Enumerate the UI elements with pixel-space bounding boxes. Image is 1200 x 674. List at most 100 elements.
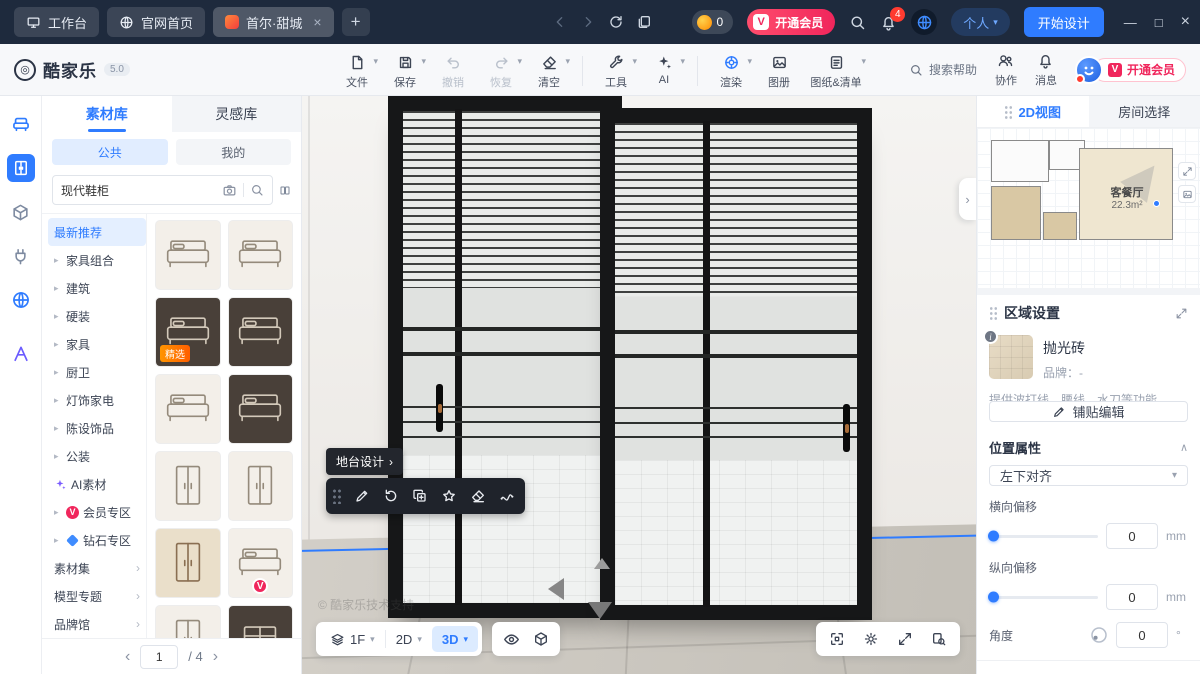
tab-2d-view[interactable]: 2D视图 (977, 96, 1089, 127)
door-pane-right[interactable] (600, 108, 872, 620)
category-architecture[interactable]: ▸建筑 (48, 274, 146, 302)
slider-knob[interactable] (988, 531, 999, 542)
rail-world-button[interactable] (7, 286, 35, 314)
category-kitchen-bath[interactable]: ▸厨卫 (48, 358, 146, 386)
offset-v-slider[interactable] (989, 596, 1098, 599)
minimize-button[interactable]: — (1124, 15, 1137, 30)
menu-clear[interactable]: 清空 ▾ (526, 50, 572, 90)
offset-h-slider[interactable] (989, 535, 1098, 538)
fullscreen-button[interactable] (890, 626, 920, 652)
camera-search-icon[interactable] (222, 183, 237, 198)
menu-album[interactable]: 图册 (756, 50, 802, 90)
info-icon[interactable]: i (983, 329, 998, 344)
tab-current-project[interactable]: 首尔·甜城 × (213, 7, 334, 37)
category-ai-material[interactable]: AI素材 (48, 470, 146, 498)
drag-handle-icon[interactable] (332, 488, 341, 504)
viewport-3d[interactable]: 地台设计 › © 酷家乐技术支持 1F (302, 96, 976, 674)
community-button[interactable] (911, 9, 937, 35)
collab-button[interactable]: 协作 (995, 52, 1017, 88)
category-recommended[interactable]: 最新推荐 (48, 218, 146, 246)
angle-dial-icon[interactable] (1090, 626, 1108, 644)
start-design-button[interactable]: 开始设计 (1024, 7, 1104, 37)
nav-back-icon[interactable] (552, 14, 568, 30)
move-down-arrow[interactable] (588, 602, 612, 619)
product-thumbnail[interactable] (228, 297, 294, 367)
floor-selector[interactable]: 1F ▾ (320, 626, 385, 652)
product-thumbnail[interactable] (228, 374, 294, 444)
door-pane-left[interactable] (388, 96, 622, 618)
search-input[interactable] (61, 183, 216, 197)
search-help[interactable]: 搜索帮助 (909, 61, 977, 78)
search-icon[interactable] (849, 14, 866, 31)
product-thumbnail[interactable]: V (228, 528, 294, 598)
rail-hardfit-button[interactable] (7, 154, 35, 182)
product-thumbnail[interactable]: 精选 (155, 605, 221, 638)
profile-menu[interactable]: 个人 ▾ (951, 8, 1010, 36)
favorite-star-button[interactable] (441, 488, 457, 504)
edit-pencil-button[interactable] (354, 488, 370, 504)
menu-redo[interactable]: 恢复 ▾ (478, 50, 524, 90)
search-icon[interactable] (250, 183, 264, 197)
offset-v-input[interactable] (1106, 584, 1158, 610)
menu-render[interactable]: 渲染 ▾ (708, 50, 754, 90)
category-diamond-zone[interactable]: ▸钻石专区 (48, 526, 146, 554)
messages-button[interactable]: 消息 (1035, 52, 1057, 88)
paving-edit-button[interactable]: 铺贴编辑 (989, 401, 1188, 422)
product-thumbnail[interactable] (155, 220, 221, 290)
product-thumbnail[interactable] (228, 220, 294, 290)
menu-file[interactable]: 文件 ▾ (334, 50, 380, 90)
slider-knob[interactable] (988, 592, 999, 603)
product-thumbnail[interactable] (155, 528, 221, 598)
duplicate-button[interactable] (412, 488, 428, 504)
rotate-button[interactable] (383, 488, 399, 504)
page-number[interactable]: 1 (140, 645, 178, 669)
offset-h-input[interactable] (1106, 523, 1158, 549)
rail-model-button[interactable] (7, 198, 35, 226)
tab-material-library[interactable]: 素材库 (42, 96, 172, 132)
mode-3d-button[interactable]: 3D ▾ (432, 626, 478, 652)
delete-eraser-button[interactable] (470, 488, 486, 504)
solid-view-cube-button[interactable] (526, 626, 556, 652)
nav-forward-icon[interactable] (580, 14, 596, 30)
product-thumbnail[interactable] (228, 451, 294, 521)
category-lighting[interactable]: ▸灯饰家电 (48, 386, 146, 414)
prev-page-icon[interactable]: ‹ (125, 648, 130, 666)
category-collections[interactable]: 素材集› (48, 554, 146, 582)
next-page-icon[interactable]: › (213, 648, 218, 666)
new-tab-button[interactable]: + (342, 8, 370, 36)
tab-room-select[interactable]: 房间选择 (1089, 96, 1200, 127)
align-select[interactable]: 左下对齐 ▾ (989, 465, 1188, 486)
platform-design-button[interactable]: 地台设计 › (326, 448, 403, 475)
menu-tools[interactable]: 工具 ▾ (593, 50, 639, 90)
category-model-topics[interactable]: 模型专题› (48, 582, 146, 610)
product-thumbnail[interactable] (155, 374, 221, 444)
rail-brand-button[interactable] (7, 340, 35, 368)
menu-drawings[interactable]: 图纸&清单 ▾ (804, 50, 868, 90)
menu-ai[interactable]: AI ▾ (641, 50, 687, 86)
product-thumbnail[interactable] (155, 451, 221, 521)
fit-view-button[interactable] (822, 626, 852, 652)
panel-expander[interactable]: › (959, 178, 976, 220)
collapse-icon[interactable]: ∧ (1180, 441, 1188, 454)
coin-balance[interactable]: 0 (692, 10, 734, 34)
pages-icon[interactable] (636, 14, 652, 30)
scope-mine[interactable]: 我的 (176, 139, 292, 165)
refresh-icon[interactable] (608, 14, 624, 30)
app-logo[interactable]: ◎ 酷家乐 5.0 (14, 57, 214, 82)
product-thumbnail[interactable] (228, 605, 294, 638)
tab-inspiration-library[interactable]: 灵感库 (172, 96, 302, 132)
view-settings-button[interactable] (856, 626, 886, 652)
move-left-arrow[interactable] (548, 578, 564, 600)
tab-workspace[interactable]: 工作台 (14, 7, 99, 37)
close-tab-icon[interactable]: × (313, 14, 321, 30)
rail-plugin-button[interactable] (7, 242, 35, 270)
tab-homepage[interactable]: 官网首页 (107, 7, 205, 37)
map-snapshot-button[interactable] (1178, 185, 1196, 203)
menu-undo[interactable]: 撤销 (430, 50, 476, 90)
rail-furniture-button[interactable] (7, 110, 35, 138)
angle-input[interactable] (1116, 622, 1168, 648)
account-vip[interactable]: V 开通会员 (1075, 56, 1186, 84)
layout-toggle-icon[interactable] (279, 182, 291, 199)
scope-public[interactable]: 公共 (52, 139, 168, 165)
expand-section-icon[interactable] (1175, 307, 1188, 320)
